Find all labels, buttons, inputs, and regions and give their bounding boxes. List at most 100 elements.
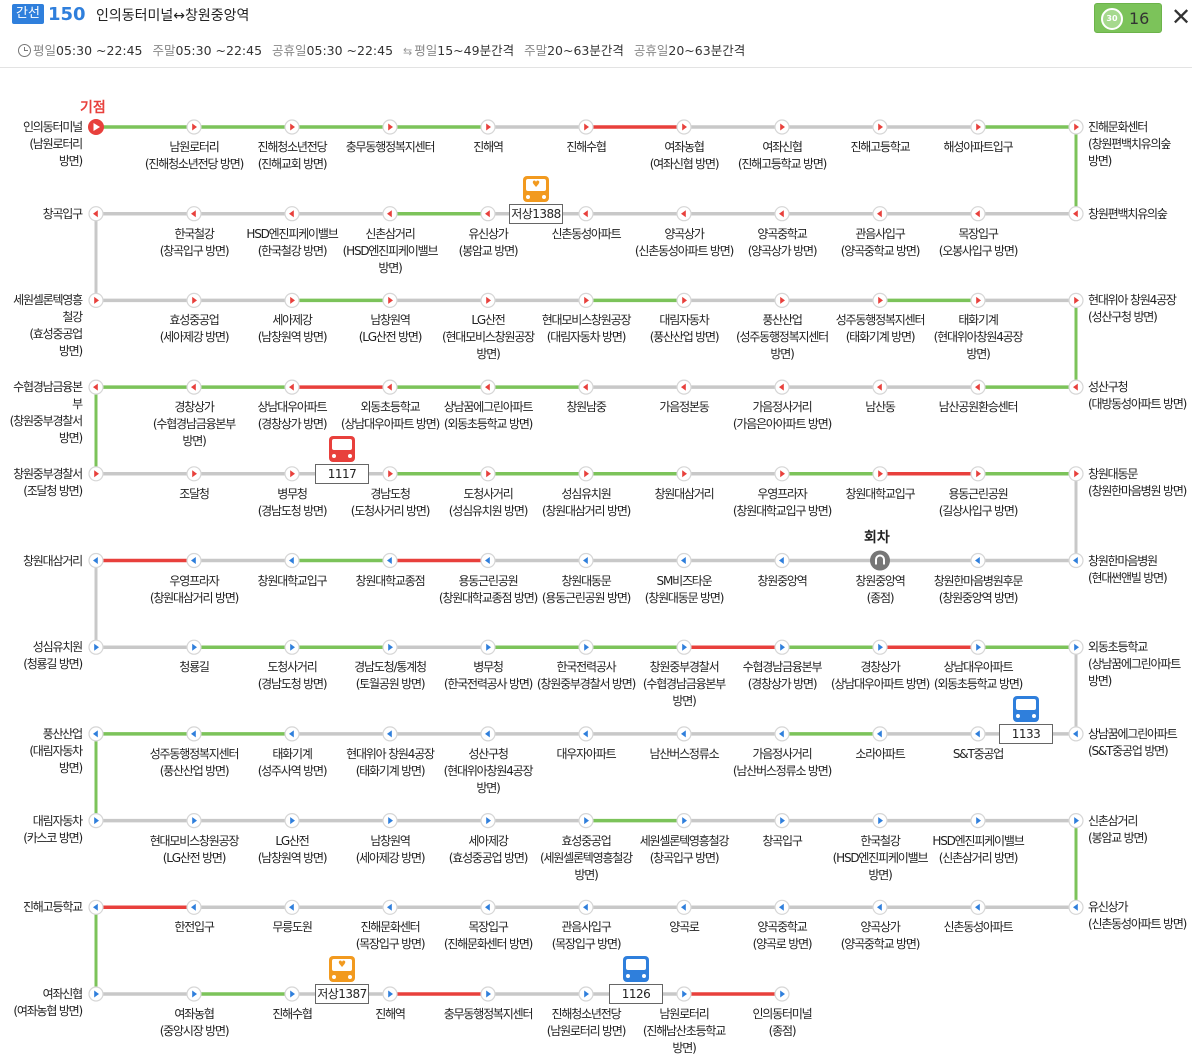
- stop-label[interactable]: 창곡입구: [4, 206, 84, 223]
- stop-label[interactable]: 신촌동성아파트: [928, 919, 1028, 936]
- stop-label[interactable]: 진해역: [340, 1006, 440, 1023]
- stop-label[interactable]: 여좌신협 (여좌농협 방면): [4, 986, 83, 1020]
- stop-label[interactable]: 소라아파트: [830, 746, 930, 763]
- stop-label[interactable]: 세아제강 (남창원역 방면): [242, 312, 342, 346]
- stop-label[interactable]: 상남꿈에그린아파트 (S&T중공업 방면): [1088, 726, 1190, 760]
- stop-label[interactable]: 한국전력공사 (창원중부경찰서 방면): [536, 659, 636, 693]
- stop-label[interactable]: 창원중앙역: [732, 573, 832, 590]
- stop-label[interactable]: 세아제강 (효성중공업 방면): [438, 833, 538, 867]
- stop-label[interactable]: 외동초등학교 (상남꿈에그린아파트 방면): [1088, 639, 1190, 690]
- close-icon[interactable]: ✕: [1171, 5, 1191, 29]
- stop-label[interactable]: 우영프라자 (창원대학교입구 방면): [732, 486, 832, 520]
- refresh-button[interactable]: 30 16: [1094, 3, 1162, 33]
- stop-label[interactable]: 수협경남금융본부 (경창상가 방면): [732, 659, 832, 693]
- stop-label[interactable]: 남원로터리 (진해청소년전당 방면): [144, 139, 244, 173]
- stop-label[interactable]: 유신상가 (신촌동성아파트 방면): [1088, 899, 1190, 933]
- stop-label[interactable]: 진해고등학교: [4, 899, 83, 916]
- stop-label[interactable]: 진해청소년전당 (진해교회 방면): [242, 139, 342, 173]
- stop-label[interactable]: 성주동행정복지센터 (태화기계 방면): [830, 312, 930, 346]
- stop-label[interactable]: 태화기계 (현대위아창원4공장 방면): [928, 312, 1028, 363]
- stop-label[interactable]: LG산전 (현대모비스창원공장 방면): [438, 312, 538, 363]
- stop-label[interactable]: LG산전 (남창원역 방면): [242, 833, 342, 867]
- stop-label[interactable]: 가음정사거리 (남산버스정류소 방면): [732, 746, 832, 780]
- stop-label[interactable]: S&T중공업: [928, 746, 1028, 763]
- stop-label[interactable]: 충무동행정복지센터: [438, 1006, 538, 1023]
- stop-label[interactable]: 현대위아 창원4공장 (태화기계 방면): [340, 746, 440, 780]
- stop-label[interactable]: 가음정본동: [634, 399, 734, 416]
- stop-label[interactable]: 한국철강 (창곡입구 방면): [144, 226, 244, 260]
- stop-label[interactable]: 풍산산업 (대림자동차 방면): [4, 726, 83, 777]
- stop-label[interactable]: 경창상가 (상남대우아파트 방면): [830, 659, 930, 693]
- stop-label[interactable]: 창원편백치유의숲: [1088, 206, 1190, 223]
- stop-label[interactable]: 창원대학교입구: [830, 486, 930, 503]
- stop-label[interactable]: 남창원역 (LG산전 방면): [340, 312, 440, 346]
- stop-label[interactable]: 창원남중: [536, 399, 636, 416]
- stop-label[interactable]: 창원중부경찰서 (조달청 방면): [4, 466, 83, 500]
- stop-label[interactable]: 남산버스정류소: [634, 746, 734, 763]
- stop-label[interactable]: 성산구청 (대방동성아파트 방면): [1088, 379, 1190, 413]
- stop-label[interactable]: 여좌농협 (여좌신협 방면): [634, 139, 734, 173]
- stop-label[interactable]: 용동근린공원 (길상사입구 방면): [928, 486, 1028, 520]
- stop-label[interactable]: 우영프라자 (창원대삼거리 방면): [144, 573, 244, 607]
- stop-label[interactable]: 진해수협: [536, 139, 636, 156]
- stop-label[interactable]: 유신상가 (봉암교 방면): [438, 226, 538, 260]
- stop-label[interactable]: 한국철강 (HSD엔진피케이밸브 방면): [830, 833, 930, 884]
- stop-label[interactable]: 창원대삼거리: [4, 553, 83, 570]
- stop-label[interactable]: 양곡중학교 (양곡로 방면): [732, 919, 832, 953]
- stop-label[interactable]: 태화기계 (성주사역 방면): [242, 746, 342, 780]
- stop-label[interactable]: 양곡상가 (양곡중학교 방면): [830, 919, 930, 953]
- stop-label[interactable]: 수협경남금융본부 (창원중부경찰서 방면): [4, 379, 84, 447]
- stop-label[interactable]: 창원중부경찰서 (수협경남금융본부 방면): [634, 659, 734, 710]
- stop-label[interactable]: 여좌신협 (진해고등학교 방면): [732, 139, 832, 173]
- stop-label[interactable]: 한전입구: [144, 919, 244, 936]
- stop-label[interactable]: 도청사거리 (성심유치원 방면): [438, 486, 538, 520]
- stop-label[interactable]: 대우자아파트: [536, 746, 636, 763]
- stop-label[interactable]: 경남도청/통계청 (토월공원 방면): [340, 659, 440, 693]
- stop-label[interactable]: 병무청 (경남도청 방면): [242, 486, 342, 520]
- stop-label[interactable]: 경남도청 (도청사거리 방면): [340, 486, 440, 520]
- stop-label[interactable]: 성심유치원 (창원대삼거리 방면): [536, 486, 636, 520]
- stop-label[interactable]: 효성중공업 (세원셀론텍영흥철강 방면): [536, 833, 636, 884]
- stop-label[interactable]: 가음정사거리 (가음은아아파트 방면): [732, 399, 832, 433]
- stop-label[interactable]: SM비즈타운 (창원대동문 방면): [634, 573, 734, 607]
- stop-label[interactable]: 신촌삼거리 (HSD엔진피케이밸브 방면): [340, 226, 440, 277]
- stop-label[interactable]: 창원대학교종점: [340, 573, 440, 590]
- stop-label[interactable]: 창원대삼거리: [634, 486, 734, 503]
- stop-label[interactable]: 상남대우아파트 (외동초등학교 방면): [928, 659, 1028, 693]
- stop-label[interactable]: 풍산산업 (성주동행정복지센터 방면): [732, 312, 832, 363]
- stop-label[interactable]: 현대위아 창원4공장 (성산구청 방면): [1088, 292, 1190, 326]
- stop-label[interactable]: 양곡로: [634, 919, 734, 936]
- stop-label[interactable]: 현대모비스창원공장 (LG산전 방면): [144, 833, 244, 867]
- stop-label[interactable]: 관음사입구 (목장입구 방면): [536, 919, 636, 953]
- stop-label[interactable]: 창원한마음병원후문 (창원중앙역 방면): [928, 573, 1028, 607]
- stop-label[interactable]: 창원대학교입구: [242, 573, 342, 590]
- stop-label[interactable]: 진해청소년전당 (남원로터리 방면): [536, 1006, 636, 1040]
- stop-label[interactable]: 남산공원환승센터: [928, 399, 1028, 416]
- stop-label[interactable]: 용동근린공원 (창원대학교종점 방면): [438, 573, 538, 607]
- stop-label[interactable]: 진해문화센터 (목장입구 방면): [340, 919, 440, 953]
- stop-label[interactable]: 성심유치원 (청룡길 방면): [4, 639, 83, 673]
- stop-label[interactable]: 상남대우아파트 (경창상가 방면): [242, 399, 342, 433]
- stop-label[interactable]: 현대모비스창원공장 (대림자동차 방면): [536, 312, 636, 346]
- stop-label[interactable]: 신촌삼거리 (봉암교 방면): [1088, 813, 1190, 847]
- stop-label[interactable]: 대림자동차 (카스코 방면): [4, 813, 83, 847]
- stop-label[interactable]: 진해역: [438, 139, 538, 156]
- stop-label[interactable]: HSD엔진피케이밸브 (신촌삼거리 방면): [928, 833, 1028, 867]
- stop-label[interactable]: 진해문화센터 (창원편백치유의숲 방면): [1088, 119, 1190, 170]
- stop-label[interactable]: 목장입구 (진해문화센터 방면): [438, 919, 538, 953]
- stop-label[interactable]: 청룡길: [144, 659, 244, 676]
- stop-label[interactable]: 관음사입구 (양곡중학교 방면): [830, 226, 930, 260]
- stop-label[interactable]: 진해고등학교: [830, 139, 930, 156]
- stop-label[interactable]: 무릉도원: [242, 919, 342, 936]
- stop-label[interactable]: 조달청: [144, 486, 244, 503]
- stop-label[interactable]: 충무동행정복지센터: [340, 139, 440, 156]
- stop-label[interactable]: 인의동터미널 (남원로터리 방면): [4, 119, 83, 170]
- stop-label[interactable]: 효성중공업 (세아제강 방면): [144, 312, 244, 346]
- stop-label[interactable]: 상남꿈에그린아파트 (외동초등학교 방면): [438, 399, 538, 433]
- stop-label[interactable]: 경창상가 (수협경남금융본부 방면): [144, 399, 244, 450]
- stop-label[interactable]: 창원한마음병원 (현대썬앤빌 방면): [1088, 553, 1190, 587]
- stop-label[interactable]: 진해수협: [242, 1006, 342, 1023]
- stop-label[interactable]: 세원셀론텍영흥철강 (효성중공업 방면): [4, 292, 83, 360]
- stop-label[interactable]: 양곡중학교 (양곡상가 방면): [732, 226, 832, 260]
- stop-label[interactable]: 창원대동문 (용동근린공원 방면): [536, 573, 636, 607]
